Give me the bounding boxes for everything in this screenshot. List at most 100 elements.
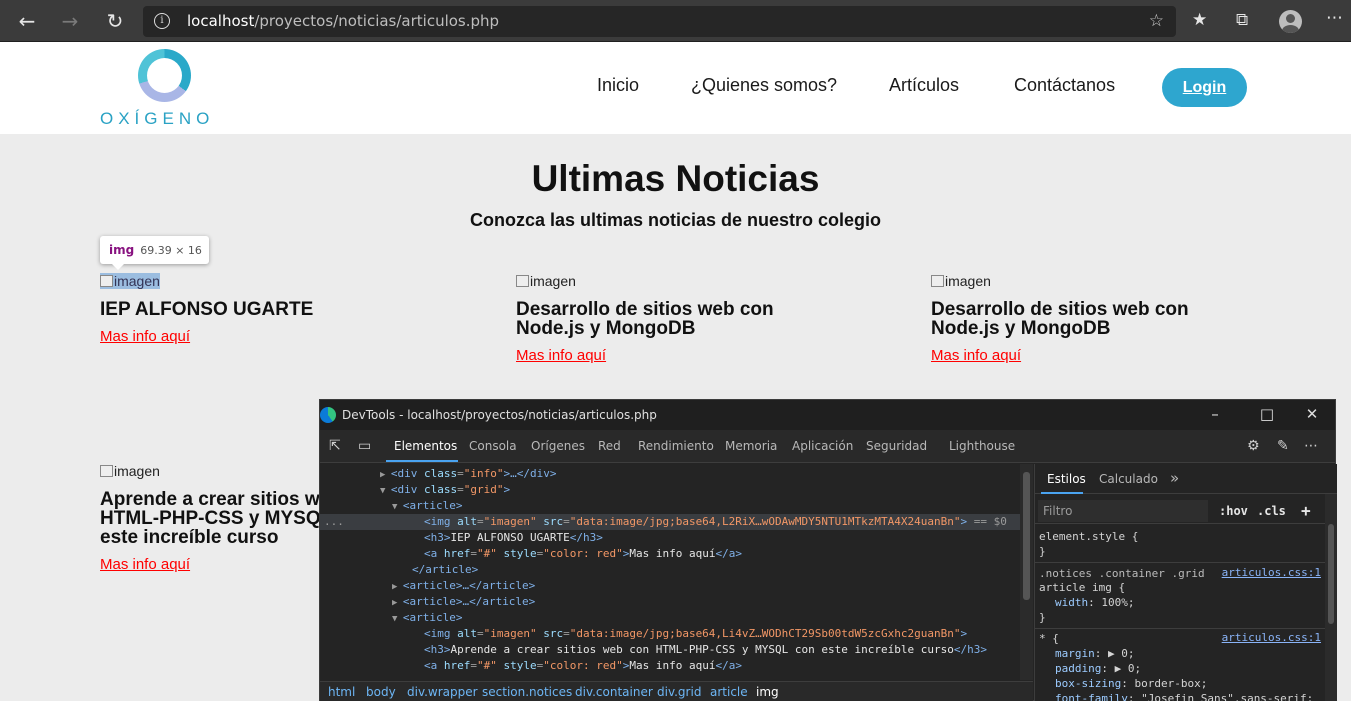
breadcrumb-item[interactable]: div.grid xyxy=(657,685,701,699)
element-style-rule[interactable]: element.style { xyxy=(1039,529,1138,544)
url-text[interactable]: localhost/proyectos/noticias/articulos.p… xyxy=(187,12,499,30)
close-icon[interactable]: ✕ xyxy=(1297,405,1327,423)
breadcrumb-item[interactable]: html xyxy=(328,685,355,699)
article-link[interactable]: Mas info aquí xyxy=(100,328,400,345)
tab-rendimiento[interactable]: Rendimiento xyxy=(638,439,714,453)
breadcrumb-item[interactable]: section.notices xyxy=(482,685,572,699)
broken-image-icon xyxy=(516,275,529,287)
nav-link-contactanos[interactable]: Contáctanos xyxy=(1014,75,1115,96)
tab-origenes[interactable]: Orígenes xyxy=(531,439,585,453)
hov-toggle[interactable]: :hov xyxy=(1219,504,1248,518)
breadcrumb-item[interactable]: article xyxy=(710,685,748,699)
expand-triangle-icon[interactable]: ▶ xyxy=(392,598,403,608)
tooltip-size: 69.39 × 16 xyxy=(140,244,202,257)
rule-selector[interactable]: .notices .container .grid xyxy=(1039,566,1205,581)
article-image: imagen xyxy=(516,273,576,289)
tab-seguridad[interactable]: Seguridad xyxy=(866,439,927,453)
breadcrumb-item[interactable]: div.container xyxy=(575,685,653,699)
settings-gear-icon[interactable]: ⚙ xyxy=(1247,438,1260,454)
rule-property[interactable]: box-sizing: border-box; xyxy=(1055,676,1207,691)
article-image: imagen xyxy=(100,463,160,479)
login-button[interactable]: Login xyxy=(1162,68,1247,107)
article-link[interactable]: Mas info aquí xyxy=(516,347,776,364)
devtools-title: DevTools - localhost/proyectos/noticias/… xyxy=(342,408,657,422)
minimize-icon[interactable]: – xyxy=(1200,405,1230,423)
article-image: imagen xyxy=(931,273,991,289)
styles-filter-input[interactable]: Filtro xyxy=(1038,500,1208,522)
profile-avatar[interactable] xyxy=(1279,10,1302,33)
tab-consola[interactable]: Consola xyxy=(469,439,517,453)
logo-icon[interactable] xyxy=(138,49,191,102)
devtools-titlebar: DevTools - localhost/proyectos/noticias/… xyxy=(320,400,1335,430)
nav-link-quienes-somos[interactable]: ¿Quienes somos? xyxy=(691,75,837,96)
rule-source-link[interactable]: articulos.css:1 xyxy=(1222,566,1321,579)
expand-triangle-icon[interactable]: ▶ xyxy=(392,582,403,592)
device-toolbar-icon[interactable]: ▭ xyxy=(358,438,371,454)
inspect-tooltip: img 69.39 × 16 xyxy=(100,236,209,270)
dom-breadcrumb: html body div.wrapper section.notices div.co… xyxy=(320,681,1033,701)
tab-lighthouse[interactable]: Lighthouse xyxy=(949,439,1015,453)
tab-red[interactable]: Red xyxy=(598,439,621,453)
inspect-element-icon[interactable]: ⇱ xyxy=(329,438,341,454)
tooltip-tag: img xyxy=(109,243,135,257)
broken-image-icon xyxy=(100,275,113,287)
rule-selector[interactable]: * { xyxy=(1039,631,1059,646)
styles-scrollbar[interactable] xyxy=(1325,494,1337,701)
rule-source-link[interactable]: articulos.css:1 xyxy=(1222,631,1321,644)
rule-close: } xyxy=(1039,545,1046,558)
nav-link-inicio[interactable]: Inicio xyxy=(597,75,639,96)
more-menu-icon[interactable]: ⋯ xyxy=(1326,8,1343,28)
styles-filter-bar: Filtro :hov .cls + xyxy=(1035,498,1337,524)
address-bar[interactable]: i localhost/proyectos/noticias/articulos… xyxy=(143,6,1176,37)
rule-property[interactable]: margin: ▶ 0; xyxy=(1055,646,1135,661)
rule-property[interactable]: padding: ▶ 0; xyxy=(1055,661,1141,676)
forward-arrow-icon[interactable]: → xyxy=(58,9,82,33)
tab-calculado[interactable]: Calculado xyxy=(1099,472,1158,486)
breadcrumb-item[interactable]: img xyxy=(756,685,779,699)
rule-property[interactable]: font-family: "Josefin Sans",sans-serif; xyxy=(1055,691,1313,701)
expand-triangle-icon[interactable]: ▼ xyxy=(392,502,403,512)
site-info-icon[interactable]: i xyxy=(154,13,170,29)
rule-divider xyxy=(1035,628,1337,629)
maximize-icon[interactable]: □ xyxy=(1252,405,1282,423)
elements-panel[interactable]: ▶ <div class="info">…</div> ▼ <div class=… xyxy=(320,464,1033,680)
article-title: Desarrollo de sitios web con Node.js y M… xyxy=(931,299,1189,339)
tab-estilos[interactable]: Estilos xyxy=(1047,472,1086,486)
selected-dom-node[interactable]: <img alt="imagen" src="data:image/jpg;ba… xyxy=(320,514,1033,530)
collections-icon[interactable]: ⧉ xyxy=(1236,10,1248,30)
edge-icon xyxy=(320,407,336,423)
article-title: Desarrollo de sitios web con Node.js y M… xyxy=(516,299,774,339)
feedback-icon[interactable]: ✎ xyxy=(1277,438,1289,454)
cls-toggle[interactable]: .cls xyxy=(1257,504,1286,518)
styles-pane: Estilos Calculado » Filtro :hov .cls + e… xyxy=(1034,464,1337,701)
breadcrumb-item[interactable]: div.wrapper xyxy=(407,685,478,699)
article-card: imagen Desarrollo de sitios web con Node… xyxy=(516,273,776,364)
tab-aplicacion[interactable]: Aplicación xyxy=(792,439,853,453)
styles-tabbar: Estilos Calculado » xyxy=(1035,464,1337,494)
article-card: imagen Desarrollo de sitios web con Node… xyxy=(931,273,1191,364)
devtools-window: DevTools - localhost/proyectos/noticias/… xyxy=(319,399,1337,701)
more-tabs-chevron-icon[interactable]: » xyxy=(1170,469,1179,487)
back-arrow-icon[interactable]: ← xyxy=(15,9,39,33)
styles-active-indicator xyxy=(1041,492,1083,494)
broken-image-icon xyxy=(100,465,113,477)
article-link[interactable]: Mas info aquí xyxy=(931,347,1191,364)
expand-triangle-icon[interactable]: ▶ xyxy=(380,470,391,480)
expand-triangle-icon[interactable]: ▼ xyxy=(380,486,391,496)
reload-icon[interactable]: ↻ xyxy=(103,9,127,33)
breadcrumb-item[interactable]: body xyxy=(366,685,396,699)
elements-scrollbar[interactable] xyxy=(1020,464,1033,680)
nav-link-articulos[interactable]: Artículos xyxy=(889,75,959,96)
logo-text[interactable]: OXÍGENO xyxy=(100,109,214,129)
favorite-star-icon[interactable]: ☆ xyxy=(1149,11,1164,31)
article-image: imagen xyxy=(100,273,160,289)
expand-triangle-icon[interactable]: ▼ xyxy=(392,614,403,624)
active-tab-indicator xyxy=(386,460,458,462)
rule-selector[interactable]: article img { xyxy=(1039,580,1125,595)
tab-memoria[interactable]: Memoria xyxy=(725,439,777,453)
new-rule-plus-icon[interactable]: + xyxy=(1301,501,1311,520)
devtools-more-icon[interactable]: ⋯ xyxy=(1304,438,1318,454)
rule-property[interactable]: width: 100%; xyxy=(1055,595,1135,610)
favorites-list-icon[interactable]: ★ xyxy=(1192,10,1207,30)
tab-elementos[interactable]: Elementos xyxy=(394,439,457,453)
